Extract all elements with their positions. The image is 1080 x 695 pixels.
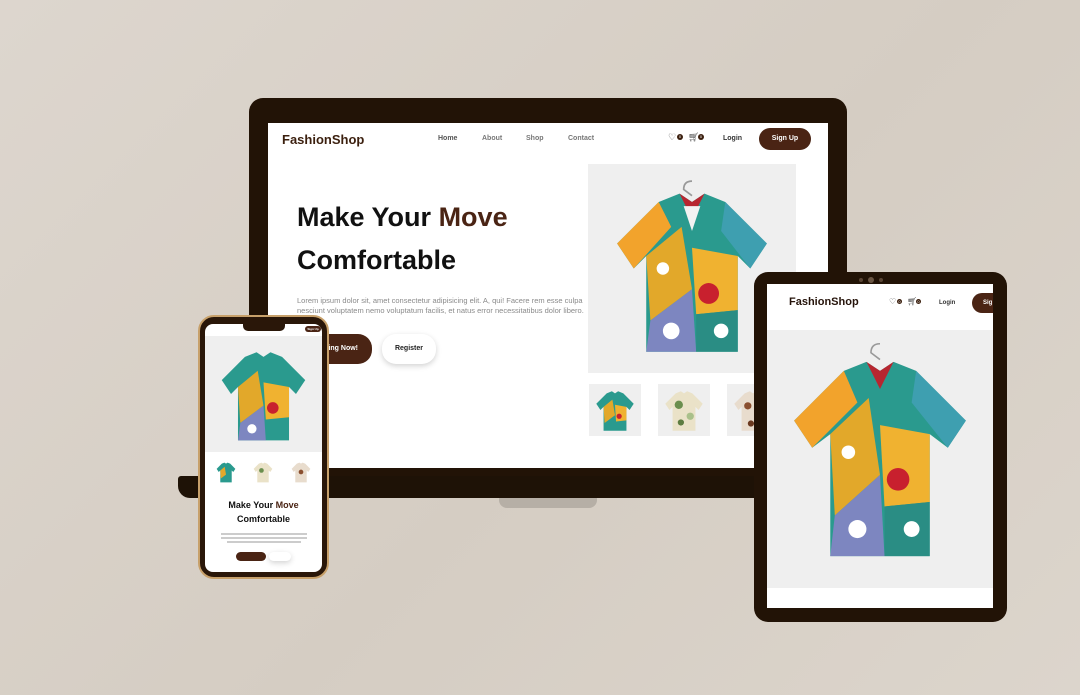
heart-icon[interactable]: ♡ bbox=[668, 132, 676, 143]
nav-shop[interactable]: Shop bbox=[526, 135, 544, 142]
tablet-screen: FashionShop ♡ 0 🛒︎ 0 Login Sig bbox=[767, 284, 993, 608]
wishlist-badge: 0 bbox=[897, 299, 902, 304]
nav-about[interactable]: About bbox=[482, 135, 502, 142]
shirt-image bbox=[221, 352, 306, 441]
login-link[interactable]: Login bbox=[723, 135, 742, 142]
phone-description-line bbox=[221, 537, 307, 539]
phone-thumb-3[interactable] bbox=[288, 456, 314, 488]
phone-register-button[interactable] bbox=[269, 552, 291, 561]
phone-hero-title: Make Your Move Comfortable bbox=[228, 500, 299, 524]
shirt-image bbox=[794, 342, 966, 557]
brand-logo[interactable]: FashionShop bbox=[282, 132, 364, 147]
tablet-camera bbox=[868, 277, 874, 283]
phone-description-line bbox=[221, 533, 307, 535]
laptop-screen: FashionShop Home About Shop Contact ♡ 0 … bbox=[268, 123, 828, 468]
tablet-login-link[interactable]: Login bbox=[939, 300, 955, 306]
phone-product-image bbox=[205, 336, 322, 452]
tablet-sensor bbox=[879, 278, 883, 282]
tablet-product-image bbox=[767, 330, 993, 588]
phone-description-line bbox=[227, 541, 301, 543]
phone-thumb-2[interactable] bbox=[250, 456, 276, 488]
phone-shop-now-button[interactable] bbox=[236, 552, 266, 561]
heart-icon[interactable]: ♡ bbox=[889, 297, 896, 306]
tablet-sensor bbox=[859, 278, 863, 282]
shirt-thumb-icon bbox=[665, 391, 703, 431]
phone-notch bbox=[243, 324, 285, 331]
phone-thumb-1[interactable] bbox=[213, 456, 239, 488]
hero-title: Make Your Move Comfortable bbox=[297, 202, 508, 275]
cart-badge: 0 bbox=[698, 134, 704, 140]
shirt-thumb-icon bbox=[596, 391, 634, 431]
hero-description: Lorem ipsum dolor sit, amet consectetur … bbox=[297, 296, 584, 315]
laptop-trackpad-notch bbox=[499, 498, 597, 508]
tablet-signup-button[interactable]: Sig bbox=[972, 293, 993, 313]
product-thumbnail-1[interactable] bbox=[589, 384, 641, 436]
cart-badge: 0 bbox=[916, 299, 921, 304]
phone-screen: Sign Up Make Your Move Comfortable bbox=[205, 324, 322, 572]
signup-button[interactable]: Sign Up bbox=[759, 128, 811, 150]
nav-contact[interactable]: Contact bbox=[568, 135, 594, 142]
nav-home[interactable]: Home bbox=[438, 135, 457, 142]
wishlist-badge: 0 bbox=[677, 134, 683, 140]
register-button[interactable]: Register bbox=[382, 334, 436, 364]
product-thumbnail-2[interactable] bbox=[658, 384, 710, 436]
tablet-brand-logo[interactable]: FashionShop bbox=[789, 296, 859, 308]
phone-signup-button[interactable]: Sign Up bbox=[305, 326, 321, 332]
